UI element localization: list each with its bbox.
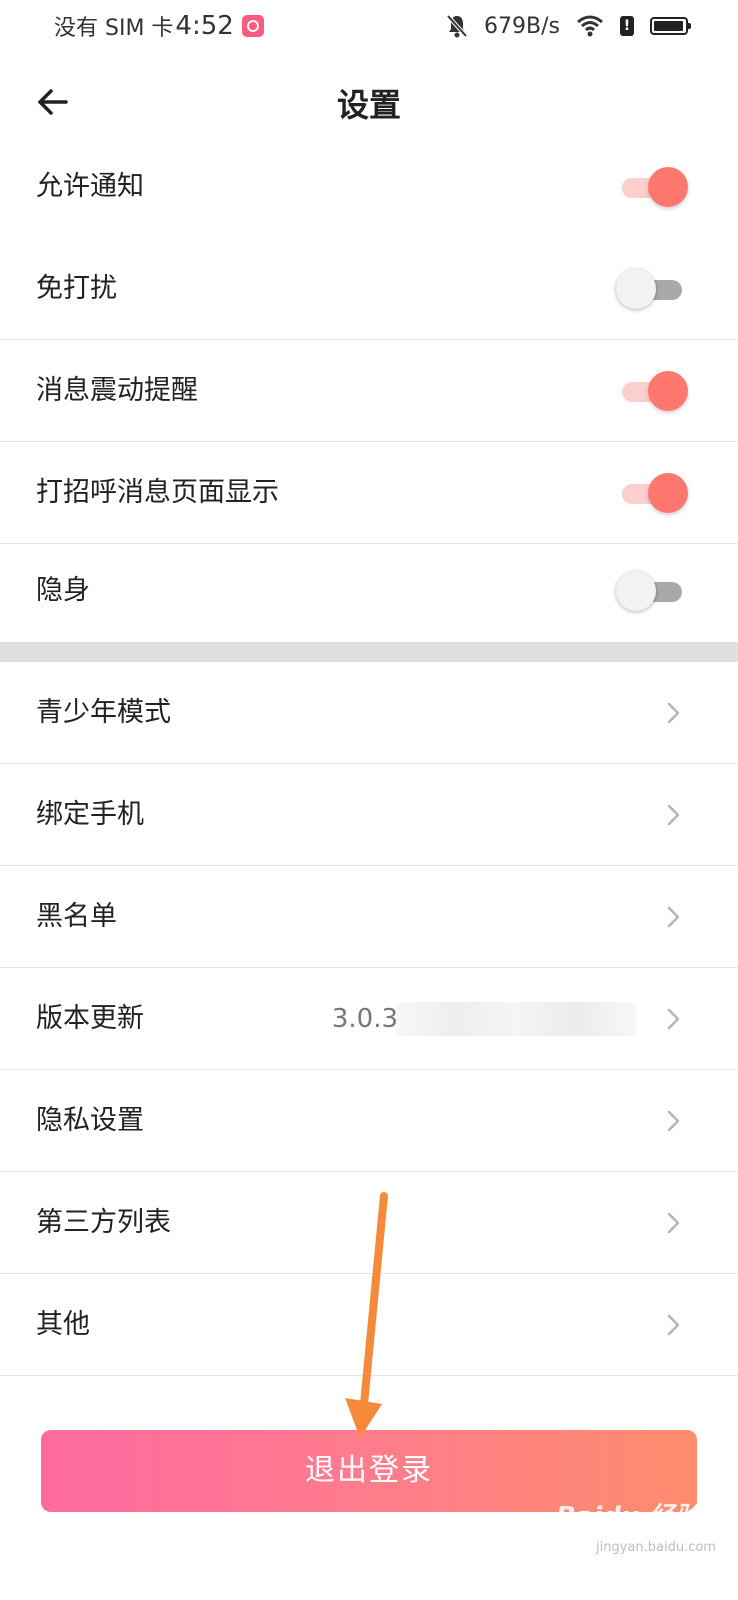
wifi-icon xyxy=(577,15,603,37)
menu-item-blacklist[interactable]: 黑名单 xyxy=(0,866,738,968)
menu-label: 其他 xyxy=(36,1309,90,1340)
menu-label: 黑名单 xyxy=(36,901,117,932)
menu-label: 隐私设置 xyxy=(36,1105,144,1136)
section-divider xyxy=(0,642,738,662)
baidu-watermark-url: jingyan.baidu.com xyxy=(596,1540,716,1555)
chevron-right-icon xyxy=(667,804,680,826)
greeting-display-toggle[interactable] xyxy=(616,472,688,514)
setting-label: 免打扰 xyxy=(36,273,117,304)
menu-label: 第三方列表 xyxy=(36,1207,171,1238)
setting-row-greeting-display[interactable]: 打招呼消息页面显示 xyxy=(0,442,738,544)
chevron-right-icon xyxy=(667,702,680,724)
setting-label: 消息震动提醒 xyxy=(36,375,198,406)
chevron-right-icon xyxy=(667,1212,680,1234)
clock: 4:52 xyxy=(175,11,234,41)
menu-label: 版本更新 xyxy=(36,1003,144,1034)
setting-row-do-not-disturb[interactable]: 免打扰 xyxy=(0,238,738,340)
baidu-watermark: Baidu 经验 xyxy=(556,1502,701,1532)
setting-row-vibration[interactable]: 消息震动提醒 xyxy=(0,340,738,442)
menu-item-privacy-settings[interactable]: 隐私设置 xyxy=(0,1070,738,1172)
menu-item-bind-phone[interactable]: 绑定手机 xyxy=(0,764,738,866)
bell-off-icon xyxy=(446,14,468,38)
chevron-right-icon xyxy=(667,1314,680,1336)
status-left: 没有 SIM 卡 4:52 xyxy=(54,8,264,44)
net-speed: 679B/s xyxy=(484,13,560,39)
app-notification-icon xyxy=(241,15,264,37)
status-bar: 没有 SIM 卡 4:52 679B/s ! xyxy=(0,0,738,52)
setting-row-allow-notifications[interactable]: 允许通知 xyxy=(0,136,738,238)
menu-item-version-update[interactable]: 版本更新 3.0.3 xyxy=(0,968,738,1070)
chevron-right-icon xyxy=(667,1008,680,1030)
invisible-toggle[interactable] xyxy=(616,570,688,612)
setting-row-invisible[interactable]: 隐身 xyxy=(0,540,738,642)
setting-label: 允许通知 xyxy=(36,171,144,202)
menu-item-teen-mode[interactable]: 青少年模式 xyxy=(0,662,738,764)
menu-label: 青少年模式 xyxy=(36,697,171,728)
sim-alert-icon: ! xyxy=(620,16,634,36)
vibration-toggle[interactable] xyxy=(616,370,688,412)
allow-notifications-toggle[interactable] xyxy=(616,166,688,208)
setting-label: 隐身 xyxy=(36,575,90,606)
redacted-blur xyxy=(396,1002,636,1036)
version-value: 3.0.3 xyxy=(331,1004,398,1034)
page-title: 设置 xyxy=(336,86,401,124)
status-right: 679B/s ! xyxy=(430,8,691,44)
menu-label: 绑定手机 xyxy=(36,799,144,830)
setting-label: 打招呼消息页面显示 xyxy=(36,477,279,508)
do-not-disturb-toggle[interactable] xyxy=(616,268,688,310)
battery-icon xyxy=(650,17,691,35)
menu-item-third-party-list[interactable]: 第三方列表 xyxy=(0,1172,738,1274)
chevron-right-icon xyxy=(667,1110,680,1132)
chevron-right-icon xyxy=(667,906,680,928)
menu-item-other[interactable]: 其他 xyxy=(0,1274,738,1376)
carrier-text: 没有 SIM 卡 xyxy=(54,16,174,41)
